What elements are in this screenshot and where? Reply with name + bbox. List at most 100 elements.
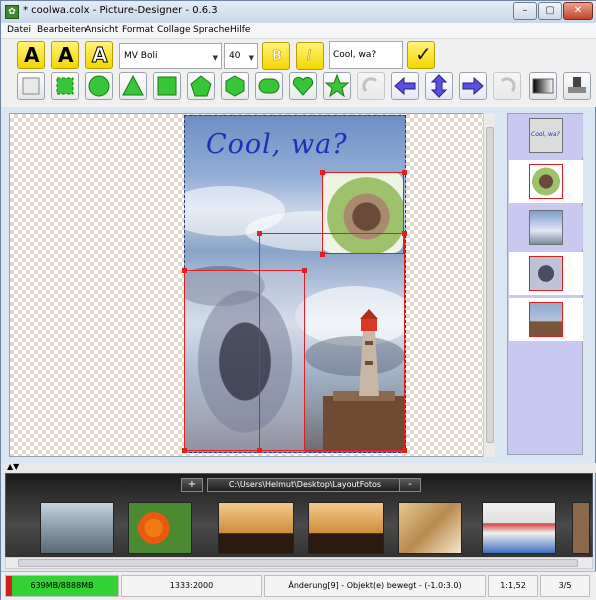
shape-rounded-button[interactable] xyxy=(255,72,283,100)
menu-bearbeiten[interactable]: Bearbeiten xyxy=(37,25,86,35)
menu-format[interactable]: Format xyxy=(122,25,154,35)
gallery-thumbnail[interactable] xyxy=(218,502,294,554)
text-outline-button[interactable]: A xyxy=(85,41,113,69)
slider-icon xyxy=(568,77,586,93)
canvas-vertical-scrollbar[interactable] xyxy=(483,113,495,457)
text-style-button[interactable]: A xyxy=(51,41,79,69)
gallery-remove-button[interactable]: - xyxy=(399,478,421,492)
text-a-icon: A xyxy=(91,43,108,68)
gallery-thumbnail[interactable] xyxy=(398,502,462,554)
move-left-button[interactable] xyxy=(391,72,419,100)
font-size-value: 40 xyxy=(229,51,241,61)
bold-button[interactable]: B xyxy=(262,42,290,70)
redo-icon xyxy=(500,77,516,93)
selection-frame xyxy=(259,233,405,451)
maximize-button[interactable]: ▢ xyxy=(538,2,562,20)
circle-shape-icon xyxy=(88,75,110,97)
panel-splitter[interactable]: ▲▼ xyxy=(1,462,596,473)
layer-thumbnail xyxy=(529,164,563,199)
checkmark-icon: ✓ xyxy=(415,42,432,66)
scrollbar-thumb[interactable] xyxy=(18,559,578,567)
collapse-arrows-icon[interactable]: ▲▼ xyxy=(7,462,19,471)
resize-handle[interactable] xyxy=(320,252,325,257)
layer-item[interactable] xyxy=(509,206,583,249)
menu-sprache[interactable]: Sprache xyxy=(193,25,230,35)
layer-item[interactable] xyxy=(509,252,583,295)
font-select-value: MV Boli xyxy=(124,51,158,61)
layer-thumbnail: Cool, wa? xyxy=(529,118,563,153)
layer-thumbnail xyxy=(529,302,563,337)
move-right-button[interactable] xyxy=(459,72,487,100)
shape-square-button[interactable] xyxy=(153,72,181,100)
aspect-ratio: 1:1,52 xyxy=(488,575,538,597)
gallery-thumbnail[interactable] xyxy=(308,502,384,554)
selection-frame xyxy=(322,172,404,254)
gallery-thumbnail[interactable] xyxy=(40,502,114,554)
hexagon-shape-icon xyxy=(225,75,245,97)
chevron-down-icon: ▼ xyxy=(212,54,218,62)
layer-item[interactable]: Cool, wa? xyxy=(509,114,583,157)
photo-gallery: + C:\Users\Helmut\Desktop\LayoutFotos - xyxy=(5,473,593,569)
italic-icon: I xyxy=(307,48,312,65)
resize-handle[interactable] xyxy=(182,448,187,453)
resize-handle[interactable] xyxy=(402,231,407,236)
menu-ansicht[interactable]: Ansicht xyxy=(85,25,118,35)
text-input[interactable]: Cool, wa? xyxy=(329,41,403,69)
apply-text-button[interactable]: ✓ xyxy=(407,41,435,69)
gallery-thumbnail[interactable] xyxy=(482,502,556,554)
shape-hexagon-button[interactable] xyxy=(221,72,249,100)
scrollbar-thumb[interactable] xyxy=(486,127,494,443)
layer-thumbnail xyxy=(529,256,563,291)
shape-triangle-button[interactable] xyxy=(119,72,147,100)
shape-crop-button[interactable] xyxy=(51,72,79,100)
layers-panel: Cool, wa? xyxy=(507,113,583,455)
resize-handle[interactable] xyxy=(320,170,325,175)
layer-item[interactable] xyxy=(509,160,583,203)
resize-handle[interactable] xyxy=(402,170,407,175)
italic-button[interactable]: I xyxy=(296,42,324,70)
crop-shape-icon xyxy=(56,77,74,95)
status-bar: 639MB/8888MB 1333:2000 Änderung[9] - Obj… xyxy=(1,571,596,600)
shape-none-button[interactable] xyxy=(17,72,45,100)
close-button[interactable]: ✕ xyxy=(563,2,593,20)
move-vertical-button[interactable] xyxy=(425,72,453,100)
resize-handle[interactable] xyxy=(182,268,187,273)
gallery-thumbnail[interactable] xyxy=(128,502,192,554)
shape-star-button[interactable] xyxy=(323,72,351,100)
gradient-icon xyxy=(532,78,554,94)
menu-hilfe[interactable]: Hilfe xyxy=(230,25,250,35)
layer-thumbnail xyxy=(529,210,563,245)
shape-pentagon-button[interactable] xyxy=(187,72,215,100)
gallery-folder-path[interactable]: C:\Users\Helmut\Desktop\LayoutFotos xyxy=(207,478,403,492)
transparency-button[interactable] xyxy=(563,72,591,100)
gradient-button[interactable] xyxy=(529,72,557,100)
font-size-select[interactable]: 40 ▼ xyxy=(224,43,258,69)
chevron-down-icon: ▼ xyxy=(248,54,254,62)
minimize-button[interactable]: – xyxy=(513,2,537,20)
resize-handle[interactable] xyxy=(302,268,307,273)
arrow-right-icon xyxy=(462,76,484,96)
resize-handle[interactable] xyxy=(257,448,262,453)
menu-collage[interactable]: Collage xyxy=(157,25,191,35)
resize-handle[interactable] xyxy=(402,448,407,453)
gallery-thumbnail[interactable] xyxy=(572,502,590,554)
shape-heart-button[interactable] xyxy=(289,72,317,100)
app-window: ✿ * coolwa.colx - Picture-Designer - 0.6… xyxy=(0,0,596,600)
heart-shape-icon xyxy=(292,76,314,96)
gallery-horizontal-scrollbar[interactable] xyxy=(5,557,593,569)
text-a-icon: A xyxy=(58,43,74,67)
layer-item[interactable] xyxy=(509,298,583,341)
font-select[interactable]: MV Boli ▼ xyxy=(119,43,222,69)
image-dimensions: 1333:2000 xyxy=(121,575,262,597)
text-add-button[interactable]: A xyxy=(17,41,45,69)
resize-handle[interactable] xyxy=(257,231,262,236)
last-change: Änderung[9] - Objekt(e) bewegt - (-1.0:3… xyxy=(264,575,486,597)
headline-text[interactable]: Cool, wa? xyxy=(206,129,348,160)
redo-button[interactable] xyxy=(493,72,521,100)
gallery-add-button[interactable]: + xyxy=(181,478,203,492)
shape-circle-button[interactable] xyxy=(85,72,113,100)
title-bar: ✿ * coolwa.colx - Picture-Designer - 0.6… xyxy=(1,1,596,23)
undo-icon xyxy=(362,77,378,93)
undo-button[interactable] xyxy=(357,72,385,100)
menu-datei[interactable]: Datei xyxy=(7,25,31,35)
